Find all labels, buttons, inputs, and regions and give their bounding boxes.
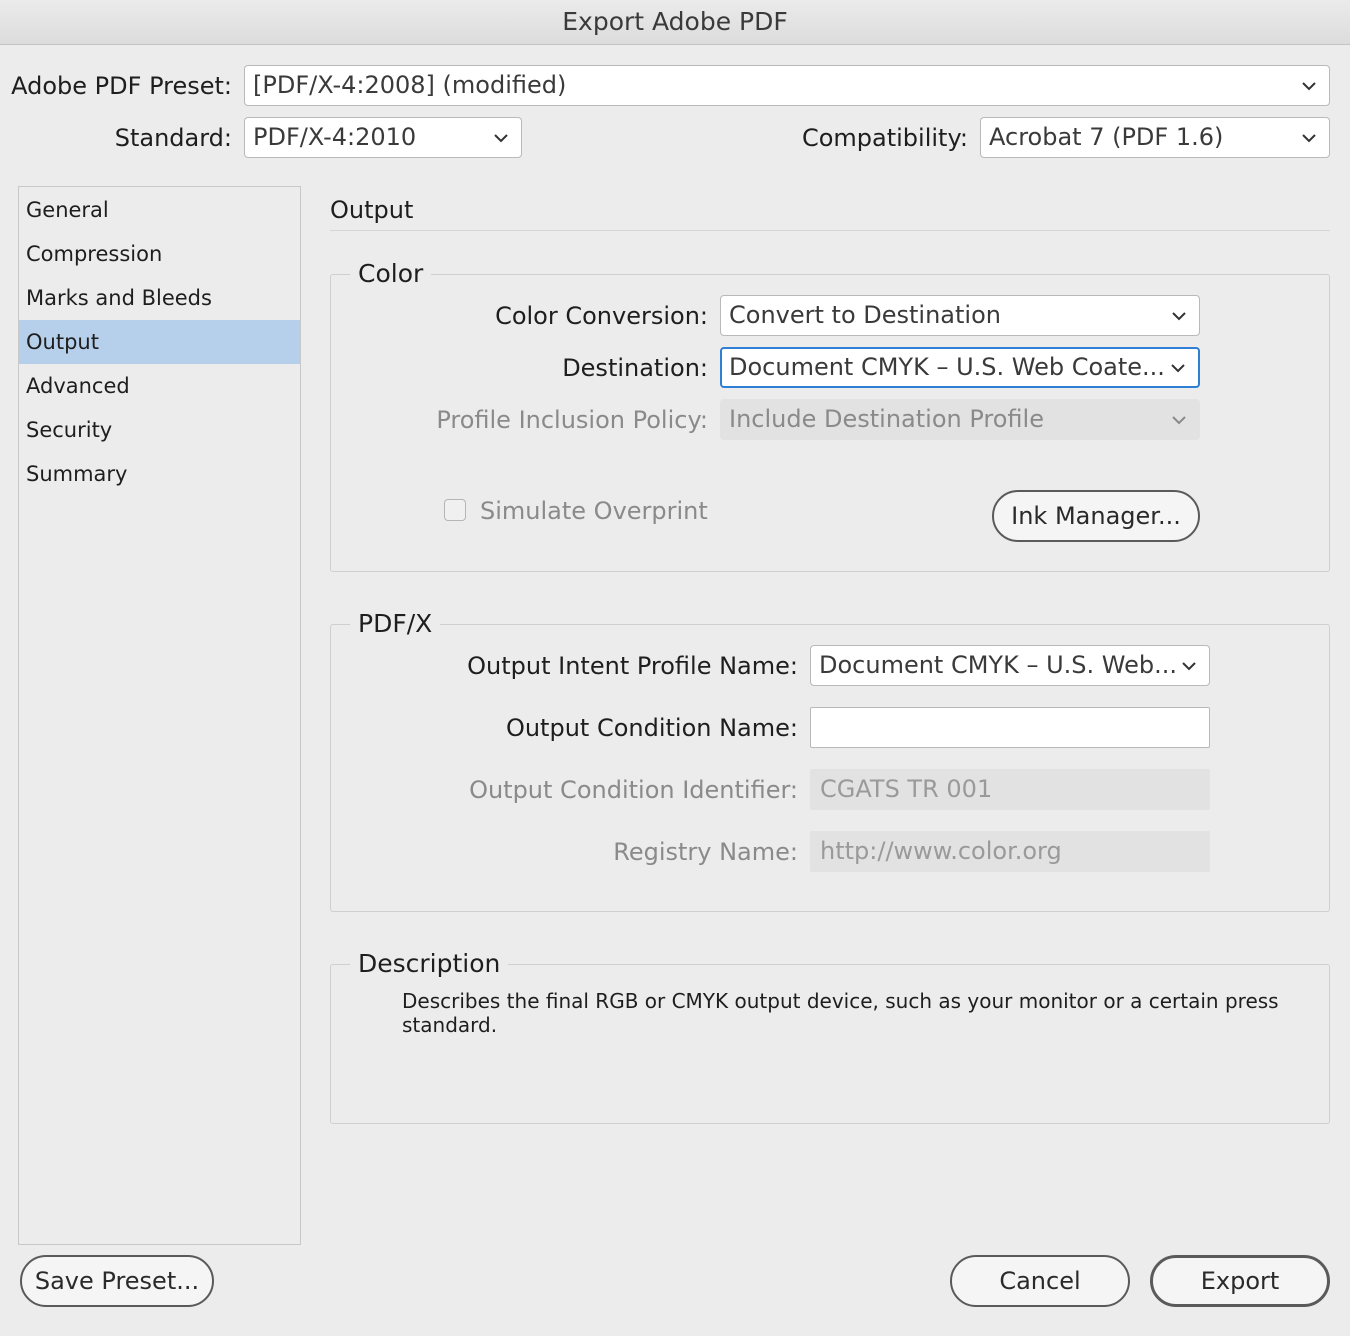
destination-select[interactable]: Document CMYK – U.S. Web Coate... xyxy=(720,347,1200,388)
simulate-overprint-checkbox[interactable] xyxy=(444,499,466,521)
output-condition-name-field[interactable] xyxy=(810,707,1210,748)
color-conversion-value: Convert to Destination xyxy=(729,301,1001,329)
compatibility-value: Acrobat 7 (PDF 1.6) xyxy=(989,123,1224,151)
compatibility-label: Compatibility: xyxy=(801,124,968,152)
description-group xyxy=(330,964,1330,1124)
chevron-down-icon xyxy=(1171,412,1187,428)
window-title-bar: Export Adobe PDF xyxy=(0,0,1350,45)
output-intent-value: Document CMYK – U.S. Web... xyxy=(819,651,1177,679)
sidebar-item-security[interactable]: Security xyxy=(19,408,300,452)
profile-inclusion-value: Include Destination Profile xyxy=(729,405,1044,433)
destination-value: Document CMYK – U.S. Web Coate... xyxy=(729,353,1165,381)
preset-select[interactable]: [PDF/X-4:2008] (modified) xyxy=(244,65,1330,106)
compatibility-select[interactable]: Acrobat 7 (PDF 1.6) xyxy=(980,117,1330,158)
color-conversion-label: Color Conversion: xyxy=(495,302,708,330)
description-group-legend: Description xyxy=(350,950,509,978)
page-title: Output xyxy=(330,196,414,224)
sidebar-item-marks-and-bleeds[interactable]: Marks and Bleeds xyxy=(19,276,300,320)
output-condition-identifier-label: Output Condition Identifier: xyxy=(469,776,798,804)
window-title: Export Adobe PDF xyxy=(562,7,788,36)
chevron-down-icon xyxy=(1170,360,1186,376)
sidebar-item-advanced[interactable]: Advanced xyxy=(19,364,300,408)
output-condition-name-label: Output Condition Name: xyxy=(505,714,798,742)
destination-label: Destination: xyxy=(562,354,708,382)
sidebar-item-general[interactable]: General xyxy=(19,188,300,232)
description-text: Describes the final RGB or CMYK output d… xyxy=(402,989,1279,1037)
output-intent-select[interactable]: Document CMYK – U.S. Web... xyxy=(810,645,1210,686)
sidebar-item-output[interactable]: Output xyxy=(19,320,300,364)
save-preset-button[interactable]: Save Preset... xyxy=(20,1255,214,1307)
registry-name-field[interactable]: http://www.color.org xyxy=(810,831,1210,872)
sidebar-item-compression[interactable]: Compression xyxy=(19,232,300,276)
export-button[interactable]: Export xyxy=(1150,1255,1330,1307)
preset-label: Adobe PDF Preset: xyxy=(11,72,232,100)
preset-value: [PDF/X-4:2008] (modified) xyxy=(253,71,567,99)
sidebar-item-summary[interactable]: Summary xyxy=(19,452,300,496)
chevron-down-icon xyxy=(1301,78,1317,94)
chevron-down-icon xyxy=(493,130,509,146)
chevron-down-icon xyxy=(1181,658,1197,674)
chevron-down-icon xyxy=(1171,308,1187,324)
chevron-down-icon xyxy=(1301,130,1317,146)
color-conversion-select[interactable]: Convert to Destination xyxy=(720,295,1200,336)
profile-inclusion-label: Profile Inclusion Policy: xyxy=(436,406,708,434)
cancel-button[interactable]: Cancel xyxy=(950,1255,1130,1307)
pdfx-group-legend: PDF/X xyxy=(350,610,441,638)
divider xyxy=(330,230,1330,231)
registry-name-label: Registry Name: xyxy=(613,838,798,866)
profile-inclusion-select[interactable]: Include Destination Profile xyxy=(720,399,1200,440)
color-group-legend: Color xyxy=(350,260,432,288)
output-condition-identifier-field[interactable]: CGATS TR 001 xyxy=(810,769,1210,810)
ink-manager-button[interactable]: Ink Manager... xyxy=(992,490,1200,542)
simulate-overprint-label: Simulate Overprint xyxy=(480,497,708,525)
standard-value: PDF/X-4:2010 xyxy=(253,123,417,151)
output-intent-label: Output Intent Profile Name: xyxy=(467,652,798,680)
standard-label: Standard: xyxy=(114,124,232,152)
standard-select[interactable]: PDF/X-4:2010 xyxy=(244,117,522,158)
sidebar-nav: General Compression Marks and Bleeds Out… xyxy=(18,186,301,1245)
